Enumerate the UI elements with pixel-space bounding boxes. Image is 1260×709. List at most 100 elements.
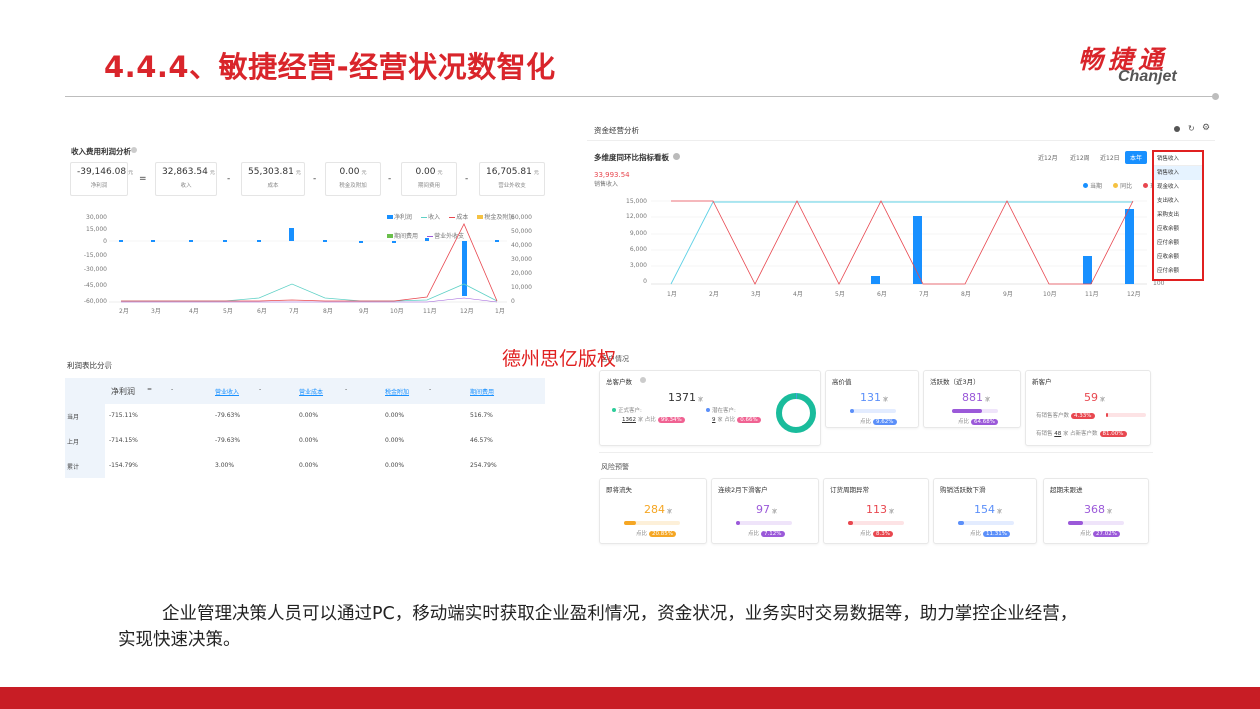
bar-11月	[425, 238, 429, 241]
divider	[587, 140, 1215, 141]
progress-bar	[850, 409, 896, 413]
operator: -	[313, 174, 317, 184]
income-chart	[109, 223, 507, 303]
operator: -	[227, 174, 231, 184]
section-title: 风险预警	[601, 463, 629, 471]
progress-bar	[1068, 521, 1124, 525]
dropdown-selected[interactable]: 销售收入	[1154, 152, 1202, 166]
line-ratio	[671, 200, 1134, 285]
dropdown-option[interactable]: 采购支出	[1154, 208, 1202, 222]
x-axis: 2月 3月 4月 5月 6月 7月 8月 9月 10月 11月 12月 1月	[119, 308, 505, 315]
bar-1月	[495, 240, 499, 242]
progress-bar	[736, 521, 792, 525]
risk-card-decline[interactable]: 连续2月下滑客户 97 家 点比 7.12%	[711, 478, 819, 544]
tab-this-year[interactable]: 本年	[1125, 151, 1148, 164]
risk-card-order-cycle[interactable]: 订货周期异常 113 家 点比 8.3%	[823, 478, 929, 544]
dropdown-option[interactable]: 应收余额	[1154, 250, 1202, 264]
link-expense[interactable]: 期间费用	[470, 387, 494, 396]
y-axis-right-label: 100	[1153, 280, 1165, 287]
new-customers-card[interactable]: 新客户 59 家 有销售客户数 4.33% 有销售 48 家 占新客户数 81.00%	[1025, 370, 1151, 446]
y-axis: 15,000 12,000 9,000 6,000 3,000 0	[626, 198, 647, 285]
line-cost	[121, 223, 498, 302]
panel-header: 资金经营分析	[594, 126, 639, 135]
bar-10月	[392, 241, 396, 243]
kpi-period-expense[interactable]: 0.00 元 期间费用	[401, 162, 457, 196]
progress-bar	[1106, 413, 1146, 417]
bar-3月	[151, 240, 155, 242]
kpi-net-profit[interactable]: -39,146.08 元 净利润	[70, 162, 133, 196]
risk-card-churn[interactable]: 即将流失 284 家 点比 20.85%	[599, 478, 707, 544]
bar-4月	[189, 240, 193, 242]
progress-bar	[624, 521, 680, 525]
bar-8月	[323, 240, 327, 242]
profit-ratio-panel: 利润表比分析 净利润 = - 营业收入 - 营业成本 - 税金附加 - 期间费用…	[65, 352, 545, 480]
income-expense-profit-panel: 收入费用利润分析 -39,146.08 元 净利润 = 32,863.54 元 收入…	[65, 140, 549, 322]
link-revenue[interactable]: 营业收入	[215, 387, 239, 396]
help-icon[interactable]	[131, 147, 137, 153]
customer-panel: 客户情况 总客户数 1371 家 正式客户: 1362 家 占比 99.34% 潜在客…	[595, 344, 1157, 554]
table-header: 净利润 = - 营业收入 - 营业成本 - 税金附加 - 期间费用	[65, 378, 545, 404]
funds-analysis-panel: 资金经营分析 ↻ ⚙ 多维度同环比指标看板 近12月 近12周 近12日 本年 …	[587, 118, 1215, 318]
customer-donut	[776, 393, 816, 433]
table-row: 累计 -154.79% 3.00% 0.00% 0.00% 254.79%	[67, 462, 497, 471]
metric-value: 33,993.54	[594, 171, 630, 179]
risk-card-overdue-followup[interactable]: 超期未跟进 368 家 点比 27.02%	[1043, 478, 1149, 544]
header-divider-dot	[1212, 93, 1219, 100]
tab-12-months[interactable]: 近12月	[1033, 151, 1063, 164]
total-customers-card[interactable]: 总客户数 1371 家 正式客户: 1362 家 占比 99.34% 潜在客户: 9家…	[599, 370, 821, 446]
active-customers-card[interactable]: 活跃数（近3月） 881 家 点比 64.68%	[923, 370, 1021, 428]
board-title: 多维度同环比指标看板	[594, 153, 669, 162]
bar-6月	[871, 276, 880, 284]
link-cost[interactable]: 营业成本	[299, 387, 323, 396]
operator: -	[388, 174, 392, 184]
help-icon	[640, 377, 646, 383]
dropdown-option[interactable]: 支出收入	[1154, 194, 1202, 208]
divider	[599, 452, 1153, 453]
gear-icon[interactable]: ⚙	[1202, 123, 1210, 133]
kpi-revenue[interactable]: 32,863.54 元 收入	[155, 162, 217, 196]
bar-2月	[119, 240, 123, 242]
bar-6月	[257, 240, 261, 242]
bar-11月	[1083, 256, 1092, 284]
dropdown-option[interactable]: 现金收入	[1154, 180, 1202, 194]
operator: =	[139, 174, 147, 184]
chart-legend: 当期 同比 环比	[1083, 173, 1162, 192]
panel-title: 收入费用利润分析	[71, 147, 131, 156]
risk-card-activity-decline[interactable]: 购销活跃数下滑 154 家 点比 11.31%	[933, 478, 1037, 544]
progress-bar	[952, 409, 998, 413]
kpi-tax[interactable]: 0.00 元 税金及附加	[325, 162, 381, 196]
metric-dropdown[interactable]: 销售收入 销售收入 现金收入 支出收入 采购支出 应收余额 应付余额 应收余额 …	[1152, 150, 1204, 281]
progress-bar	[958, 521, 1014, 525]
bar-7月	[289, 228, 294, 241]
watermark-text: 德州思亿版权	[502, 348, 617, 370]
bar-12月	[462, 241, 467, 296]
dropdown-option[interactable]: 应收余额	[1154, 222, 1202, 236]
operator: -	[465, 174, 469, 184]
dropdown-option[interactable]: 应付余额	[1154, 264, 1202, 278]
bar-5月	[223, 240, 227, 242]
tab-12-days[interactable]: 近12日	[1095, 151, 1125, 164]
bar-12月	[1125, 209, 1134, 284]
header-divider	[65, 96, 1213, 97]
table-row: 上月 -714.15% -79.63% 0.00% 0.00% 46.57%	[67, 437, 493, 446]
metric-label: 销售收入	[594, 181, 619, 188]
tab-12-weeks[interactable]: 近12周	[1065, 151, 1095, 164]
footer-bar	[0, 687, 1260, 709]
slide-title: 4.4.4、敏捷经营-经营状况数智化	[104, 50, 556, 84]
dropdown-option[interactable]: 应付余额	[1154, 236, 1202, 250]
description-text: 企业管理决策人员可以通过PC，移动端实时获取企业盈利情况，资金状况，业务实时交易…	[118, 604, 1078, 650]
line-revenue	[121, 283, 498, 302]
trend-chart	[651, 200, 1147, 285]
link-tax[interactable]: 税金附加	[385, 387, 409, 396]
kpi-non-operating[interactable]: 16,705.81 元 营业外收支	[479, 162, 545, 196]
x-axis: 1月 2月 3月 4月 5月 6月 7月 8月 9月 10月 11月 12月	[667, 291, 1141, 298]
kpi-cost[interactable]: 55,303.81 元 成本	[241, 162, 305, 196]
brand-logo-en: Chanjet	[1118, 68, 1177, 85]
refresh-icon[interactable]: ↻	[1188, 124, 1195, 133]
help-icon[interactable]	[105, 361, 111, 367]
help-icon[interactable]	[673, 153, 680, 160]
dropdown-option[interactable]: 销售收入	[1154, 166, 1202, 180]
theme-icon[interactable]	[1174, 126, 1180, 132]
progress-bar	[848, 521, 904, 525]
high-value-card[interactable]: 高价值 131 家 点比 9.62%	[825, 370, 919, 428]
